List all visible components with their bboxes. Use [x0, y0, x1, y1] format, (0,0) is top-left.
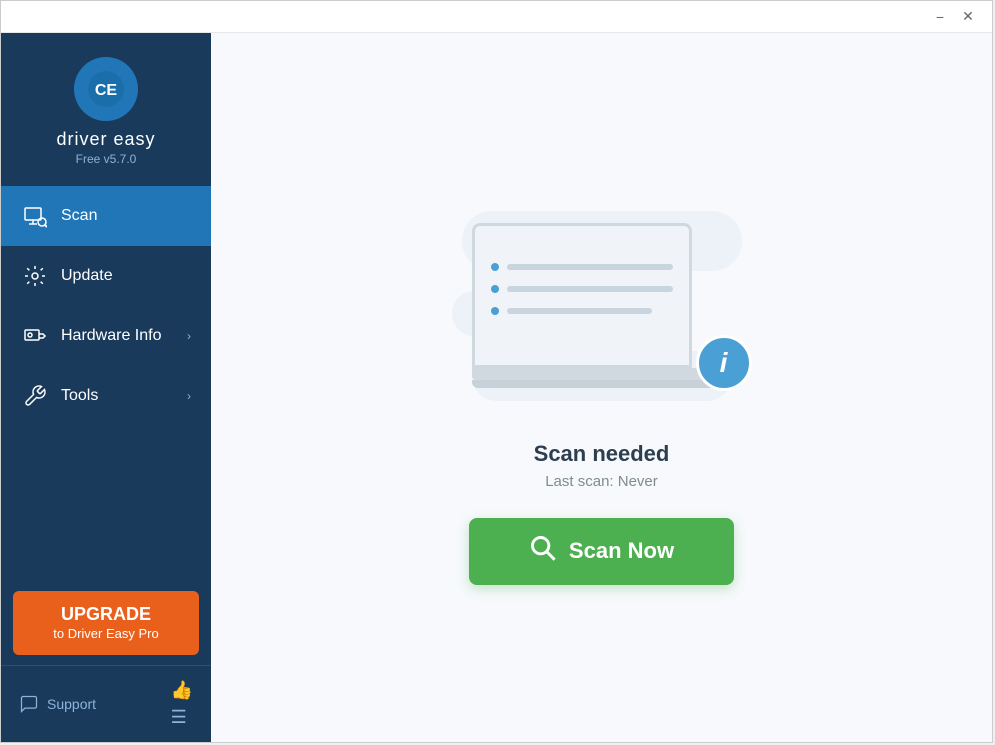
- upgrade-line1: UPGRADE: [23, 603, 189, 626]
- sidebar-item-update[interactable]: Update: [1, 246, 211, 306]
- footer-icons: 👍 ☰: [171, 680, 193, 728]
- dot-1: [491, 263, 499, 271]
- logo-icon: CE: [74, 57, 138, 121]
- sidebar-update-label: Update: [61, 267, 191, 285]
- laptop-lines: [491, 263, 673, 329]
- support-link[interactable]: Support: [19, 694, 96, 714]
- upgrade-button[interactable]: UPGRADE to Driver Easy Pro: [13, 591, 199, 655]
- close-button[interactable]: ✕: [954, 3, 982, 31]
- dot-2: [491, 285, 499, 293]
- scan-icon: [21, 202, 49, 230]
- tools-arrow-icon: ›: [187, 389, 191, 403]
- nav-items: Scan Update: [1, 186, 211, 581]
- svg-text:CE: CE: [95, 82, 118, 99]
- bar-3: [507, 308, 653, 314]
- laptop-line-2: [491, 285, 673, 293]
- app-name: driver easy: [56, 129, 155, 150]
- info-bubble: i: [696, 335, 752, 391]
- scan-now-label: Scan Now: [569, 538, 674, 564]
- scan-title: Scan needed: [534, 441, 670, 467]
- sidebar-hardware-label: Hardware Info: [61, 327, 187, 345]
- support-label: Support: [47, 696, 96, 712]
- laptop-line-1: [491, 263, 673, 271]
- scan-subtitle: Last scan: Never: [545, 473, 658, 490]
- scan-now-button[interactable]: Scan Now: [469, 518, 734, 585]
- laptop-screen: [472, 223, 692, 368]
- menu-icon[interactable]: ☰: [171, 707, 193, 728]
- sidebar-item-hardware[interactable]: Hardware Info ›: [1, 306, 211, 366]
- update-icon: [21, 262, 49, 290]
- laptop-line-3: [491, 307, 673, 315]
- logo-svg: CE: [86, 69, 126, 109]
- minimize-button[interactable]: −: [926, 3, 954, 31]
- sidebar-tools-label: Tools: [61, 387, 187, 405]
- tools-icon: [21, 382, 49, 410]
- hardware-icon: [21, 322, 49, 350]
- main-layout: CE driver easy Free v5.7.0: [1, 33, 992, 742]
- app-window: − ✕ CE driver easy Free v5.7.0: [0, 0, 993, 743]
- main-content: i Scan needed Last scan: Never Scan Now: [211, 33, 992, 742]
- thumbs-up-icon[interactable]: 👍: [171, 680, 193, 701]
- title-bar: − ✕: [1, 1, 992, 33]
- search-icon: [529, 534, 557, 562]
- sidebar: CE driver easy Free v5.7.0: [1, 33, 211, 742]
- info-icon: i: [720, 347, 728, 379]
- laptop-base: [472, 368, 712, 380]
- sidebar-footer: Support 👍 ☰: [1, 665, 211, 742]
- app-version: Free v5.7.0: [76, 152, 137, 166]
- sidebar-scan-label: Scan: [61, 207, 191, 225]
- dot-3: [491, 307, 499, 315]
- laptop-graphic: [472, 223, 732, 388]
- sidebar-item-tools[interactable]: Tools ›: [1, 366, 211, 426]
- sidebar-item-scan[interactable]: Scan: [1, 186, 211, 246]
- laptop-foot: [472, 380, 732, 388]
- scan-button-icon: [529, 534, 557, 569]
- sidebar-logo: CE driver easy Free v5.7.0: [1, 33, 211, 186]
- hardware-arrow-icon: ›: [187, 329, 191, 343]
- bar-1: [507, 264, 673, 270]
- bar-2: [507, 286, 673, 292]
- upgrade-line2: to Driver Easy Pro: [23, 626, 189, 643]
- support-icon: [19, 694, 39, 714]
- scan-illustration: i: [442, 191, 762, 421]
